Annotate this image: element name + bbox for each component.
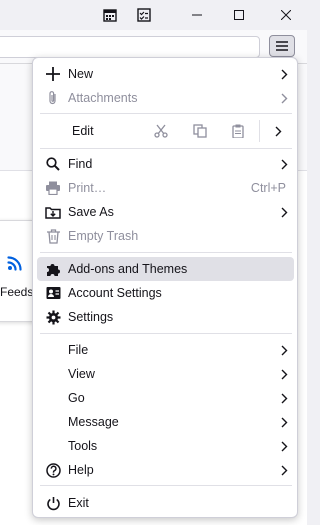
menu-item-exit[interactable]: Exit [37,491,294,515]
menu-separator [40,148,292,149]
menu-item-label: Settings [68,310,114,324]
paperclip-icon [45,90,61,106]
hamburger-icon [276,41,288,51]
menu-item-label: Print… [68,181,107,195]
chevron-right-icon[interactable] [269,122,287,140]
menu-item-label: File [68,343,89,357]
puzzle-icon [45,261,61,277]
menu-separator [40,333,292,334]
menu-item-label: Attachments [68,91,138,105]
trash-icon [45,228,61,244]
search-bar[interactable] [0,36,260,58]
menu-item-label: Account Settings [68,286,162,300]
menu-item-message[interactable]: Message [37,410,294,434]
menu-item-new[interactable]: New [37,62,294,86]
chevron-right-icon [278,462,290,478]
calendar-icon[interactable] [98,0,122,30]
edit-row: Edit [37,118,294,144]
menu-item-label: Find [68,157,93,171]
minimize-icon[interactable] [182,0,212,30]
chevron-right-icon [278,438,290,454]
title-bar [0,0,307,30]
power-icon [45,495,61,511]
chevron-right-icon [278,204,290,220]
menu-item-file[interactable]: File [37,338,294,362]
menu-item-go[interactable]: Go [37,386,294,410]
menu-separator [40,252,292,253]
chevron-right-icon [278,90,290,106]
edit-label: Edit [72,124,94,138]
plus-icon [45,66,61,82]
menu-item-label: Message [68,415,119,429]
menu-item-help[interactable]: Help [37,458,294,482]
printer-icon [45,180,61,196]
menu-item-label: Exit [68,496,89,510]
rss-icon [7,255,23,271]
menu-item-label: Tools [68,439,98,453]
menu-item-settings[interactable]: Settings [37,305,294,329]
feeds-label: Feeds [0,285,34,299]
chevron-right-icon [278,342,290,358]
copy-icon[interactable] [191,122,209,140]
chevron-right-icon [278,390,290,406]
help-icon [45,462,61,478]
tasks-icon[interactable] [132,0,156,30]
account-icon [45,285,61,301]
menu-item-view[interactable]: View [37,362,294,386]
chevron-right-icon [278,414,290,430]
menu-item-addons-and-themes[interactable]: Add-ons and Themes [37,257,294,281]
menu-item-find[interactable]: Find [37,152,294,176]
scissors-icon[interactable] [152,122,170,140]
menu-item-label: Help [68,463,94,477]
menu-item-label: View [68,367,95,381]
maximize-icon[interactable] [224,0,254,30]
menu-item-label: Go [68,391,85,405]
app-menu: New Attachments Edit Find Print… Ctrl+P … [32,57,298,518]
menu-item-save-as[interactable]: Save As [37,200,294,224]
menu-item-label: Add-ons and Themes [68,262,188,276]
menu-item-empty-trash: Empty Trash [37,224,294,248]
chevron-right-icon [278,66,290,82]
print-shortcut: Ctrl+P [250,181,286,195]
menu-item-attachments: Attachments [37,86,294,110]
edit-divider [259,120,260,142]
gear-icon [45,309,61,325]
menu-separator [40,485,292,486]
menu-separator [40,113,292,114]
chevron-right-icon [278,156,290,172]
menu-item-account-settings[interactable]: Account Settings [37,281,294,305]
menu-item-label: Save As [68,205,114,219]
menu-item-label: Empty Trash [68,229,139,243]
save-as-icon [45,204,61,220]
menu-item-label: New [68,67,94,81]
clipboard-icon[interactable] [229,122,247,140]
search-icon [45,156,61,172]
menu-item-print: Print… Ctrl+P [37,176,294,200]
chevron-right-icon [278,366,290,382]
app-menu-button[interactable] [269,35,295,57]
close-icon[interactable] [268,0,304,30]
menu-item-tools[interactable]: Tools [37,434,294,458]
